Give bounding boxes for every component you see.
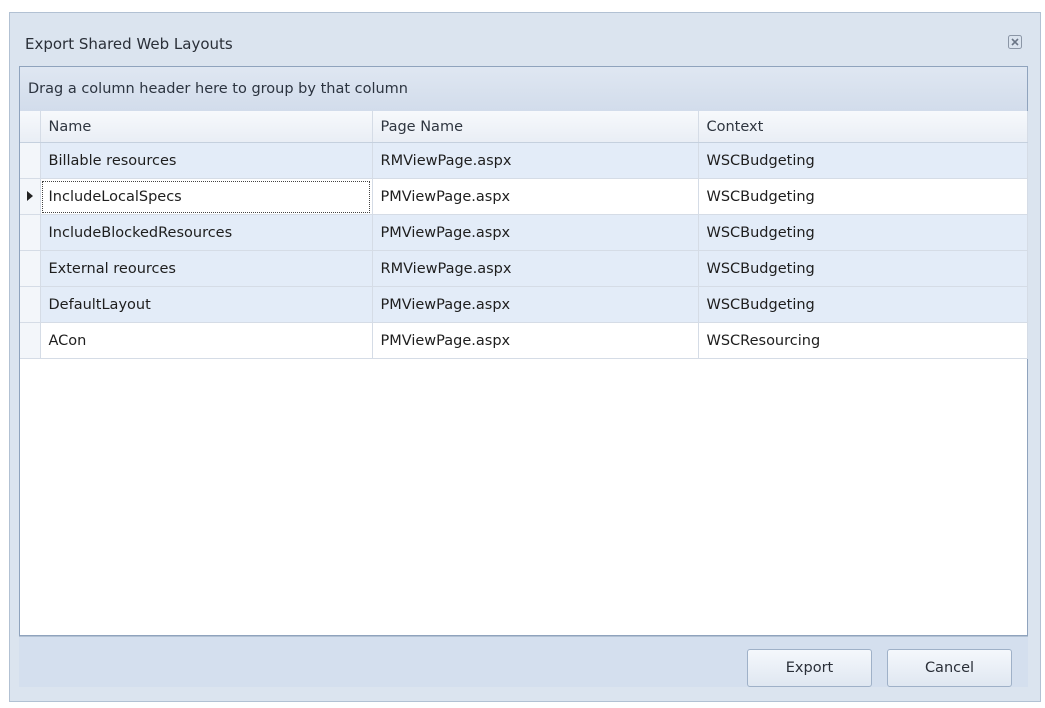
row-indicator[interactable] <box>20 250 41 287</box>
cell-context[interactable]: WSCBudgeting <box>698 178 1028 215</box>
table-row[interactable]: Billable resources RMViewPage.aspx WSCBu… <box>20 142 1028 179</box>
cell-name[interactable]: IncludeLocalSpecs <box>40 178 373 215</box>
dialog-title: Export Shared Web Layouts <box>25 35 233 53</box>
group-by-hint: Drag a column header here to group by th… <box>28 81 408 97</box>
cell-page-name[interactable]: PMViewPage.aspx <box>372 286 699 323</box>
cell-context[interactable]: WSCBudgeting <box>698 214 1028 251</box>
cancel-button[interactable]: Cancel <box>887 649 1012 687</box>
row-indicator[interactable] <box>20 322 41 359</box>
dialog-footer: Export Cancel <box>19 636 1028 687</box>
row-indicator[interactable] <box>20 178 41 215</box>
group-by-panel[interactable]: Drag a column header here to group by th… <box>20 67 1027 112</box>
row-indicator-header <box>20 111 41 143</box>
table-row[interactable]: DefaultLayout PMViewPage.aspx WSCBudgeti… <box>20 286 1028 323</box>
cell-name[interactable]: ACon <box>40 322 373 359</box>
cell-page-name[interactable]: RMViewPage.aspx <box>372 142 699 179</box>
cell-context[interactable]: WSCBudgeting <box>698 142 1028 179</box>
row-indicator[interactable] <box>20 286 41 323</box>
cell-page-name[interactable]: RMViewPage.aspx <box>372 250 699 287</box>
column-header-name[interactable]: Name <box>40 111 373 143</box>
layouts-table: Name Page Name Context Billable resource… <box>20 111 1028 359</box>
row-indicator[interactable] <box>20 214 41 251</box>
cell-name[interactable]: Billable resources <box>40 142 373 179</box>
cell-page-name[interactable]: PMViewPage.aspx <box>372 322 699 359</box>
column-header-context[interactable]: Context <box>698 111 1028 143</box>
column-header-page-name[interactable]: Page Name <box>372 111 699 143</box>
table-row[interactable]: ACon PMViewPage.aspx WSCResourcing <box>20 322 1028 359</box>
cell-page-name[interactable]: PMViewPage.aspx <box>372 214 699 251</box>
table-row-focused[interactable]: IncludeLocalSpecs PMViewPage.aspx WSCBud… <box>20 178 1028 215</box>
cell-name[interactable]: External reources <box>40 250 373 287</box>
cell-context[interactable]: WSCBudgeting <box>698 250 1028 287</box>
table-row[interactable]: External reources RMViewPage.aspx WSCBud… <box>20 250 1028 287</box>
cell-context[interactable]: WSCResourcing <box>698 322 1028 359</box>
table-row[interactable]: IncludeBlockedResources PMViewPage.aspx … <box>20 214 1028 251</box>
layouts-grid: Drag a column header here to group by th… <box>19 66 1028 636</box>
cell-page-name[interactable]: PMViewPage.aspx <box>372 178 699 215</box>
row-indicator[interactable] <box>20 142 41 179</box>
title-bar: Export Shared Web Layouts <box>10 13 1040 73</box>
export-button[interactable]: Export <box>747 649 872 687</box>
cell-context[interactable]: WSCBudgeting <box>698 286 1028 323</box>
header-row: Name Page Name Context <box>20 111 1028 143</box>
close-icon[interactable] <box>1006 33 1024 51</box>
current-row-arrow-icon <box>26 190 33 201</box>
cell-name[interactable]: IncludeBlockedResources <box>40 214 373 251</box>
cell-name[interactable]: DefaultLayout <box>40 286 373 323</box>
